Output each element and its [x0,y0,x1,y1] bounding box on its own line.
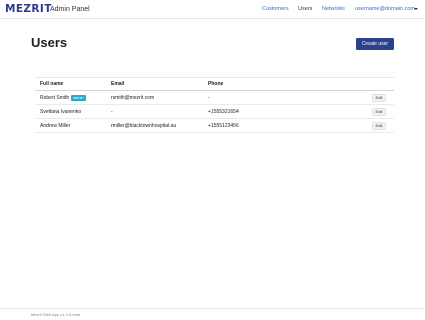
app-title: Admin Panel [50,6,90,13]
table-row: Robert Smith admin rsmith@mezrit.com - Ed… [35,91,394,105]
cell-phone: +1555321654 [208,109,239,115]
cell-phone: - [208,95,210,101]
users-table: Full name Email Phone Robert Smith admin … [35,77,394,133]
cell-email: rsmith@mezrit.com [111,95,155,101]
edit-button[interactable]: Edit [372,94,386,102]
edit-button[interactable]: Edit [372,108,386,116]
table-row: Andrew Miller rmiller@blacktownhospital.… [35,119,394,133]
table-header: Full name Email Phone [35,77,394,91]
nav-link-customers[interactable]: Customers [262,6,289,13]
user-menu[interactable]: username@domain.com [355,6,415,13]
page-title: Users [31,35,68,50]
navbar: MEZRIT Admin Panel Customers Users Netwo… [0,0,425,19]
create-user-button[interactable]: Create user [356,38,394,50]
edit-button[interactable]: Edit [372,122,386,130]
app-version: Mezrit Web App v1.0.0-beta [31,312,81,317]
nav-link-networks[interactable]: Networks [322,6,345,13]
nav-link-users[interactable]: Users [298,6,312,13]
cell-phone: +1555123456 [208,123,239,129]
admin-badge: admin [71,95,86,101]
column-header-full-name: Full name [40,81,64,87]
user-name: Robert Smith [40,95,70,101]
cell-full-name: Andrew Miller [40,123,71,129]
column-header-email: Email [111,81,125,87]
cell-full-name: Robert Smith admin [40,95,86,101]
column-header-phone: Phone [208,81,224,87]
table-row: Svetlana Ivanenko - +1555321654 Edit [35,105,394,119]
footer: Mezrit Web App v1.0.0-beta [0,308,425,320]
chevron-down-icon[interactable] [414,8,418,10]
cell-full-name: Svetlana Ivanenko [40,109,82,115]
mezrit-logo[interactable]: MEZRIT [5,3,52,15]
cell-email: - [111,109,113,115]
cell-email: rmiller@blacktownhospital.au [111,123,177,129]
